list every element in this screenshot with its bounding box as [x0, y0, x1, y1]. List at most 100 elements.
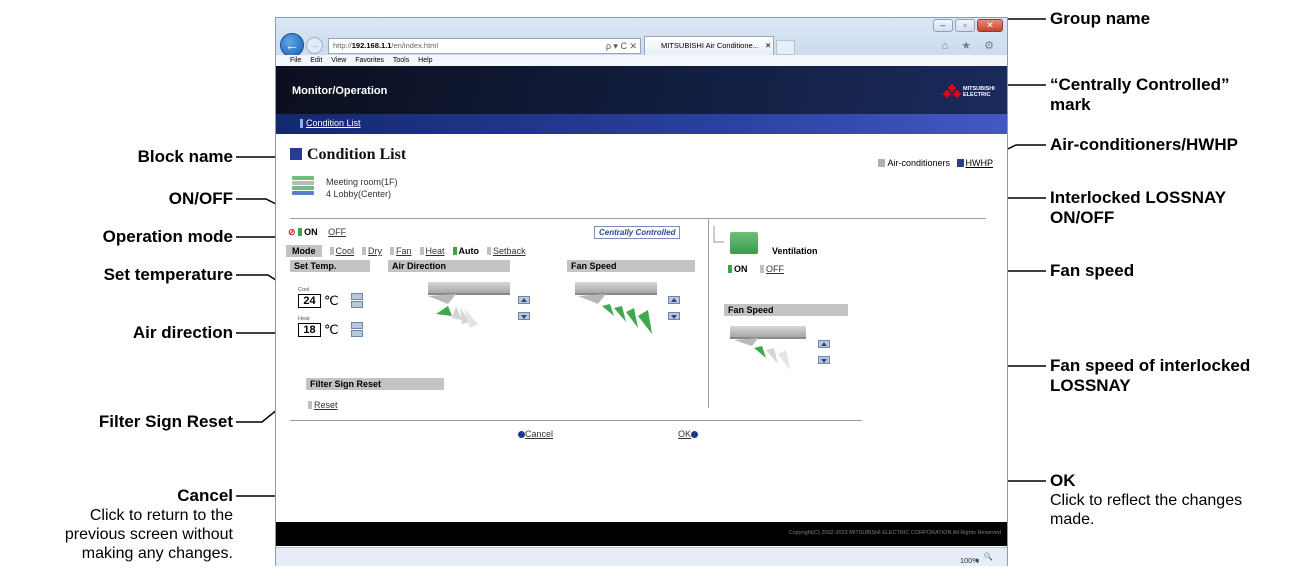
forward-arrow-icon[interactable]: → — [306, 37, 323, 54]
ventilation-onoff-control: ON OFF — [728, 264, 784, 274]
callout-ok: OK Click to reflect the changes made. — [1050, 471, 1242, 529]
back-arrow-icon[interactable]: ← — [280, 33, 304, 57]
sub-navigation: Condition List — [276, 114, 1007, 134]
mode-label: Mode — [286, 245, 322, 257]
address-bar[interactable]: http://192.168.1.1/en/index.html ρ ▾ C ✕ — [328, 38, 641, 54]
menu-tools[interactable]: Tools — [393, 57, 409, 64]
maximize-button[interactable]: ▫ — [955, 19, 975, 32]
heat-down-arrow-icon[interactable] — [351, 330, 363, 337]
callout-cancel-desc-2: previous screen without — [64, 526, 233, 543]
browser-chrome: – ▫ ✕ ← → http://192.168.1.1/en/index.ht… — [276, 18, 1007, 66]
callout-air-direction: Air direction — [132, 323, 233, 342]
callout-ok-title: OK — [1050, 471, 1076, 490]
fan-speed-up-button[interactable] — [668, 296, 680, 304]
prohibited-icon: ⊘ — [288, 227, 296, 237]
ok-bullet-icon — [691, 431, 699, 438]
cool-unit: ℃ — [324, 293, 339, 308]
close-window-button[interactable]: ✕ — [977, 19, 1003, 32]
ventilation-off-button[interactable]: OFF — [766, 264, 784, 274]
banner-title: Monitor/Operation — [292, 85, 388, 97]
off-button[interactable]: OFF — [328, 227, 346, 237]
hwhp-marker — [956, 159, 964, 167]
browser-window: – ▫ ✕ ← → http://192.168.1.1/en/index.ht… — [275, 17, 1008, 566]
brand-text: MITSUBISHI ELECTRIC — [963, 85, 995, 98]
fan-speed-down-button[interactable] — [668, 312, 680, 320]
callout-interlocked-line-1: Interlocked LOSSNAY — [1050, 188, 1227, 207]
hwhp-link[interactable]: HWHP — [966, 158, 994, 168]
lossnay-unit-icon — [730, 232, 758, 254]
page-footer: Copyright(C) 2002-2013 MITSUBISHI ELECTR… — [276, 522, 1007, 546]
air-direction-up-button[interactable] — [518, 296, 530, 304]
mode-cool[interactable]: Cool — [329, 246, 354, 256]
air-conditioners-marker — [878, 159, 886, 167]
cool-temperature-value[interactable]: 24 — [298, 294, 321, 308]
title-square-icon — [290, 148, 302, 160]
cancel-link[interactable]: Cancel — [525, 429, 553, 439]
divider-top — [290, 218, 986, 219]
menu-view[interactable]: View — [331, 57, 346, 64]
onoff-control: ⊘ ON OFF — [288, 227, 346, 238]
address-controls[interactable]: ρ ▾ C ✕ — [606, 39, 640, 53]
address-path: /en/index.html — [391, 41, 439, 50]
copyright-text: Copyright(C) 2002-2013 MITSUBISHI ELECTR… — [788, 530, 1001, 536]
cool-up-arrow-icon[interactable] — [351, 293, 363, 300]
browser-tab[interactable]: MITSUBISHI Air Conditione... ✕ — [644, 36, 774, 55]
air-direction-down-button[interactable] — [518, 312, 530, 320]
callout-cancel-desc-3: making any changes. — [81, 545, 233, 562]
mode-setback[interactable]: Setback — [487, 246, 526, 256]
heat-temp-stepper[interactable] — [351, 322, 363, 338]
callout-fan-speed-lossnay: Fan speed of interlocked LOSSNAY — [1050, 356, 1250, 396]
callout-fan-speed-lossnay-line-1: Fan speed of interlocked — [1050, 356, 1251, 375]
header-banner: Monitor/Operation MITSUBISHI ELECTRIC — [276, 66, 1007, 114]
callout-set-temperature: Set temperature — [103, 265, 233, 284]
ventilation-fan-up-button[interactable] — [818, 340, 830, 348]
menu-file[interactable]: File — [290, 57, 301, 64]
cool-down-arrow-icon[interactable] — [351, 301, 363, 308]
new-tab-button[interactable] — [776, 40, 795, 55]
callout-interlocked-lossnay-onoff: Interlocked LOSSNAY ON/OFF — [1050, 188, 1226, 228]
ok-link[interactable]: OK — [678, 429, 691, 439]
group-icon — [292, 176, 314, 200]
callout-fan-speed-lossnay-line-2: LOSSNAY — [1050, 376, 1131, 395]
block-name: 4 Lobby(Center) — [326, 189, 392, 199]
ok-action[interactable]: OK — [678, 429, 699, 439]
mode-dry[interactable]: Dry — [362, 246, 382, 256]
minimize-button[interactable]: – — [933, 19, 953, 32]
heat-temperature-value[interactable]: 18 — [298, 323, 321, 337]
ventilation-on-marker — [728, 265, 732, 273]
condition-list-link[interactable]: Condition List — [306, 118, 361, 128]
filter-reset[interactable]: Reset — [308, 400, 338, 410]
on-button[interactable]: ON — [304, 227, 318, 237]
menu-favorites[interactable]: Favorites — [355, 57, 384, 64]
group-info: Meeting room(1F) 4 Lobby(Center) — [326, 176, 398, 200]
browser-tool-icons[interactable]: ⌂ ★ ⚙ — [942, 39, 999, 52]
cancel-action[interactable]: Cancel — [518, 429, 553, 439]
mode-row: Mode Cool Dry Fan Heat Auto Setback — [286, 245, 526, 257]
zoom-level[interactable]: 🔍 100% ▾ — [960, 552, 993, 565]
callout-interlocked-line-2: ON/OFF — [1050, 208, 1115, 227]
mode-fan[interactable]: Fan — [390, 246, 412, 256]
callout-group-name: Group name — [1050, 9, 1151, 28]
mode-heat[interactable]: Heat — [419, 246, 445, 256]
tab-close-icon[interactable]: ✕ — [765, 41, 771, 50]
ventilation-off-marker — [760, 265, 765, 273]
filter-reset-link[interactable]: Reset — [314, 400, 338, 410]
filter-sign-reset-header: Filter Sign Reset — [306, 378, 444, 390]
ventilation-on-button[interactable]: ON — [734, 264, 748, 274]
heat-up-arrow-icon[interactable] — [351, 322, 363, 329]
callout-block-name: Block name — [137, 147, 233, 166]
fan-speed-icon — [578, 294, 652, 334]
cancel-bullet-icon — [518, 431, 525, 438]
group-name: Meeting room(1F) — [326, 177, 398, 187]
ventilation-fan-down-button[interactable] — [818, 356, 830, 364]
mode-auto[interactable]: Auto — [452, 246, 479, 256]
callout-air-conditioners-hwhp: Air-conditioners/HWHP — [1050, 135, 1238, 154]
page-title: Condition List — [290, 146, 406, 164]
cool-temp-stepper[interactable] — [351, 293, 363, 309]
ventilation-fan-speed-icon — [734, 338, 790, 370]
menu-edit[interactable]: Edit — [310, 57, 322, 64]
callout-centrally-controlled-line-2: mark — [1050, 95, 1091, 114]
menu-help[interactable]: Help — [418, 57, 432, 64]
ventilation-label: Ventilation — [772, 246, 818, 256]
address-prefix: http:// — [333, 41, 352, 50]
